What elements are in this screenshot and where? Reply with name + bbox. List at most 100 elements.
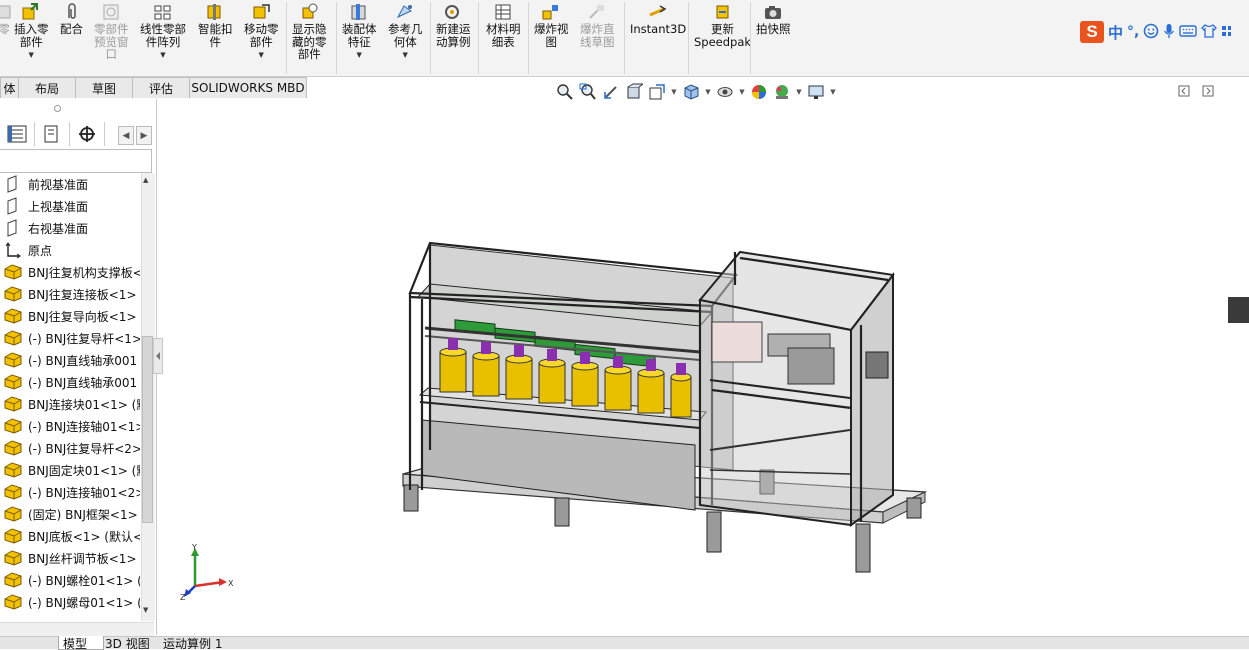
tree-filter-input[interactable] bbox=[0, 149, 152, 173]
assembly-model bbox=[402, 241, 928, 573]
ime-punct-label[interactable]: °, bbox=[1127, 24, 1139, 40]
instant3d-button[interactable]: Instant3D bbox=[630, 2, 686, 36]
tree-item-label: BNJ连接块01<1> (默 bbox=[28, 397, 140, 412]
tab-motion-study-1[interactable]: 运动算例 1 bbox=[159, 636, 237, 649]
scroll-down-icon[interactable]: ▼ bbox=[143, 606, 148, 614]
tree-item[interactable]: BNJ连接块01<1> (默 bbox=[4, 393, 140, 415]
leg bbox=[906, 497, 922, 519]
sogou-logo-icon[interactable]: S bbox=[1080, 21, 1104, 43]
tree-item[interactable]: BNJ底板<1> (默认< bbox=[4, 525, 140, 547]
tree-item-label: BNJ往复连接板<1> bbox=[28, 287, 137, 302]
tree-item[interactable]: BNJ丝杆调节板<1> bbox=[4, 547, 140, 569]
leg bbox=[855, 523, 871, 573]
assembly-features-icon bbox=[349, 2, 369, 22]
move-component-icon bbox=[251, 2, 271, 22]
panel-grip-handle[interactable] bbox=[54, 105, 61, 112]
ime-mode-label[interactable]: 中 bbox=[1108, 22, 1123, 43]
chevron-down-icon[interactable]: ▼ bbox=[29, 49, 34, 62]
part-icon bbox=[4, 461, 22, 479]
exploded-view-button[interactable]: 爆炸视 图 bbox=[534, 2, 569, 48]
plane-icon bbox=[4, 175, 22, 193]
smiley-icon[interactable] bbox=[1143, 23, 1159, 42]
part-icon bbox=[4, 329, 22, 347]
insert-component-button[interactable]: 插入零 部件 ▼ bbox=[14, 2, 49, 62]
show-hidden-icon bbox=[299, 2, 319, 22]
tree-item[interactable]: (-) BNJ直线轴承001 bbox=[4, 371, 140, 393]
mate-button[interactable]: 配合 bbox=[60, 2, 83, 36]
scroll-up-icon[interactable]: ▲ bbox=[143, 176, 148, 184]
tree-item-label: (固定) BNJ框架<1> bbox=[28, 507, 138, 522]
chevron-down-icon[interactable]: ▼ bbox=[403, 49, 408, 62]
tab-sketch[interactable]: 草图 bbox=[75, 77, 133, 98]
component-preview-button[interactable]: 零部件 预览窗 口 bbox=[94, 2, 129, 61]
tree-item[interactable]: (-) BNJ直线轴承001 bbox=[4, 349, 140, 371]
configuration-manager-tab-icon[interactable] bbox=[70, 122, 105, 146]
keyboard-icon[interactable] bbox=[1179, 24, 1198, 40]
tab-layout[interactable]: 布局 bbox=[18, 77, 76, 98]
tab-3d-views[interactable]: 3D 视图 bbox=[101, 636, 159, 649]
tree-item[interactable]: BNJ往复连接板<1> bbox=[4, 283, 140, 305]
show-hidden-components-button[interactable]: 显示隐 藏的零 部件 bbox=[292, 2, 327, 61]
triad-x-label: X bbox=[228, 579, 234, 588]
update-speedpak-button[interactable]: 更新 Speedpak bbox=[694, 2, 751, 48]
new-motion-study-button[interactable]: 新建运 动算例 bbox=[436, 2, 471, 48]
tree-item[interactable]: (-) BNJ往复导杆<2> bbox=[4, 437, 140, 459]
chevron-down-icon[interactable]: ▼ bbox=[795, 88, 803, 96]
tree-horizontal-scrollbar[interactable] bbox=[0, 622, 154, 636]
tree-item[interactable]: 原点 bbox=[4, 239, 140, 261]
maximize-viewport-icon[interactable] bbox=[1202, 85, 1214, 100]
toolbox-grid-icon[interactable] bbox=[1221, 24, 1232, 41]
tree-item[interactable]: (-) BNJ连接轴01<2> bbox=[4, 481, 140, 503]
scroll-left-icon[interactable]: ◀ bbox=[118, 126, 134, 145]
graphics-area[interactable]: Y X Z bbox=[157, 99, 1249, 635]
tree-item[interactable]: (-) BNJ螺栓01<1> ( bbox=[4, 569, 140, 591]
tree-item[interactable]: (-) BNJ往复导杆<1> bbox=[4, 327, 140, 349]
tree-scrollbar-thumb[interactable] bbox=[142, 336, 153, 523]
chevron-down-icon[interactable]: ▼ bbox=[259, 49, 264, 62]
assembly-features-button[interactable]: 装配体 特征 ▼ bbox=[342, 2, 377, 62]
partial-icon bbox=[0, 2, 14, 22]
take-snapshot-button[interactable]: 拍快照 bbox=[756, 2, 791, 36]
part-icon bbox=[4, 571, 22, 589]
tree-item[interactable]: 前视基准面 bbox=[4, 173, 140, 195]
tree-item-label: (-) BNJ直线轴承001 bbox=[28, 353, 138, 368]
origin-icon bbox=[4, 241, 22, 259]
part-icon bbox=[4, 307, 22, 325]
chevron-down-icon[interactable]: ▼ bbox=[357, 49, 362, 62]
tree-item[interactable]: 右视基准面 bbox=[4, 217, 140, 239]
scroll-right-icon[interactable]: ▶ bbox=[136, 126, 152, 145]
ribbon-label: 零部件 预览窗 口 bbox=[94, 22, 129, 61]
explode-line-sketch-button[interactable]: 爆炸直 线草图 bbox=[580, 2, 615, 48]
ribbon-btn-partial[interactable]: 零 bbox=[0, 2, 14, 36]
tree-item[interactable]: BNJ往复导向板<1> bbox=[4, 305, 140, 327]
chevron-down-icon[interactable]: ▼ bbox=[704, 88, 712, 96]
microphone-icon[interactable] bbox=[1163, 23, 1175, 42]
ribbon-label: 移动零 部件 bbox=[244, 22, 279, 49]
tree-item-label: (-) BNJ往复导杆<2> bbox=[28, 441, 140, 456]
part-icon bbox=[4, 285, 22, 303]
chevron-down-icon[interactable]: ▼ bbox=[160, 49, 165, 62]
chevron-down-icon[interactable]: ▼ bbox=[670, 88, 678, 96]
chevron-down-icon[interactable]: ▼ bbox=[738, 88, 746, 96]
clothes-skin-icon[interactable] bbox=[1201, 23, 1218, 41]
tab-solidworks-mbd[interactable]: SOLIDWORKS MBD bbox=[189, 77, 307, 98]
linear-pattern-button[interactable]: 线性零部 件阵列 ▼ bbox=[140, 2, 186, 62]
bill-of-materials-button[interactable]: 材料明 细表 bbox=[486, 2, 521, 48]
move-component-button[interactable]: 移动零 部件 ▼ bbox=[244, 2, 279, 62]
restore-viewport-icon[interactable] bbox=[1178, 85, 1190, 100]
tree-item[interactable]: BNJ往复机构支撑板< bbox=[4, 261, 140, 283]
reference-geometry-button[interactable]: 参考几 何体 ▼ bbox=[388, 2, 423, 62]
chevron-down-icon[interactable]: ▼ bbox=[829, 88, 837, 96]
tree-item[interactable]: BNJ固定块01<1> (默 bbox=[4, 459, 140, 481]
ribbon-label: 新建运 动算例 bbox=[436, 22, 471, 49]
feature-manager-tab-icon[interactable] bbox=[0, 122, 35, 146]
tree-item[interactable]: 上视基准面 bbox=[4, 195, 140, 217]
property-manager-tab-icon[interactable] bbox=[35, 122, 70, 146]
tab-assembly[interactable]: 体 bbox=[0, 77, 19, 98]
smart-fasteners-button[interactable]: 智能扣 件 bbox=[198, 2, 233, 48]
tree-item[interactable]: (固定) BNJ框架<1> bbox=[4, 503, 140, 525]
ribbon-separator bbox=[336, 2, 337, 74]
tree-item[interactable]: (-) BNJ连接轴01<1> bbox=[4, 415, 140, 437]
tab-evaluate[interactable]: 评估 bbox=[132, 77, 190, 98]
tree-item[interactable]: (-) BNJ螺母01<1> ( bbox=[4, 591, 140, 613]
